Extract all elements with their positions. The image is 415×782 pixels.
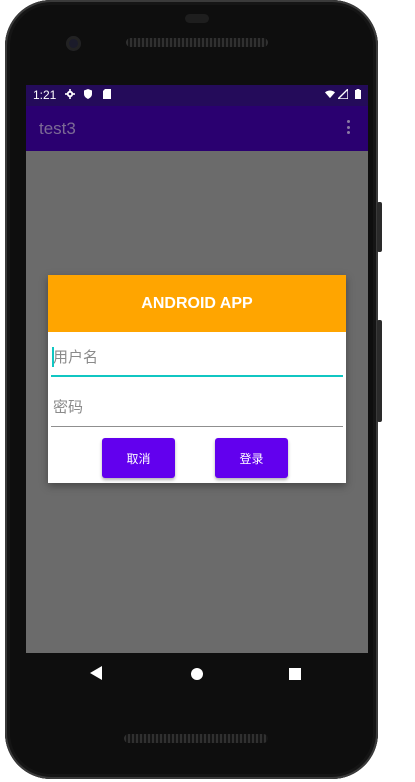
status-bar: 1:21 [26,85,368,106]
bottom-speaker [124,734,268,743]
screen: 1:21 test3 ANDROID APP 用户名 取消 登录 [26,85,368,653]
earpiece [185,14,209,23]
overflow-menu-icon[interactable] [344,120,352,138]
username-input[interactable] [51,337,345,377]
shield-icon [84,89,92,99]
password-field[interactable] [51,387,345,427]
back-icon[interactable] [90,666,102,680]
cancel-button[interactable]: 取消 [102,438,175,478]
signal-icon [338,89,348,99]
wifi-icon [325,90,335,99]
status-time: 1:21 [33,88,57,102]
volume-button [377,202,382,252]
password-underline [51,426,343,427]
password-input[interactable] [51,387,345,427]
app-bar: test3 [26,106,368,151]
phone-frame: 1:21 test3 ANDROID APP 用户名 取消 登录 [5,0,378,779]
battery-icon [355,89,361,99]
username-field[interactable] [51,337,345,377]
top-speaker [126,38,268,47]
text-cursor [52,347,54,367]
username-underline [51,375,343,377]
dialog-title: ANDROID APP [141,295,253,312]
dialog-header: ANDROID APP [48,275,346,332]
sd-card-icon [103,89,111,99]
front-camera [66,36,81,51]
power-button [377,320,382,422]
navigation-bar [26,653,368,693]
recents-icon[interactable] [289,668,301,680]
home-icon[interactable] [191,668,203,680]
login-button[interactable]: 登录 [215,438,288,478]
login-dialog: ANDROID APP 取消 登录 [48,275,346,483]
gear-icon [65,89,75,99]
app-title: test3 [39,119,76,138]
